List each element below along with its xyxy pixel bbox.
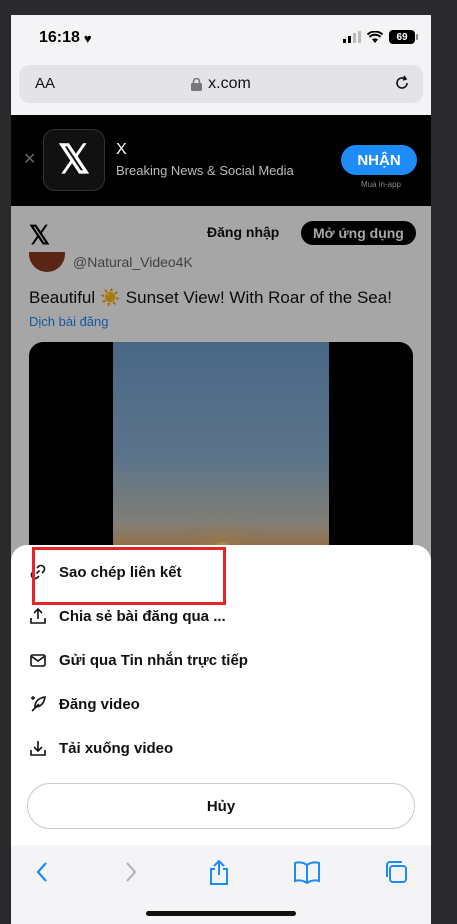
share-button[interactable] — [204, 857, 234, 887]
chevron-left-icon — [36, 862, 47, 882]
close-icon[interactable]: ✕ — [23, 149, 36, 169]
app-name: X — [116, 141, 127, 158]
status-time: 16:18 ♥ — [39, 29, 92, 47]
menu-label: Tải xuống video — [59, 739, 174, 757]
battery-indicator: 69 — [389, 30, 418, 44]
chevron-right-icon — [126, 862, 137, 882]
menu-label: Đăng video — [59, 695, 140, 713]
back-button[interactable] — [27, 857, 57, 887]
menu-label: Gửi qua Tin nhắn trực tiếp — [59, 651, 248, 669]
menu-label: Chia sẻ bài đăng qua ... — [59, 607, 226, 625]
menu-item-copy-link[interactable]: Sao chép liên kết — [29, 547, 226, 605]
in-app-purchase-label: Mua in-app — [360, 180, 401, 189]
time-text: 16:18 — [39, 29, 80, 46]
phone-screen: 16:18 ♥ 69 AA x.com ✕ 𝕏 X Breaking News … — [11, 15, 431, 924]
highlight-box — [32, 547, 226, 605]
url-display[interactable]: x.com — [191, 75, 251, 93]
tabs-button[interactable] — [381, 857, 411, 887]
mail-icon — [30, 654, 46, 667]
smart-app-banner: ✕ 𝕏 X Breaking News & Social Media NHẬN … — [11, 115, 431, 206]
book-icon — [294, 861, 320, 884]
status-icons: 69 — [343, 30, 418, 44]
share-icon — [30, 607, 46, 624]
heart-icon: ♥ — [83, 30, 92, 46]
cancel-button[interactable]: Hủy — [27, 783, 415, 829]
lock-icon — [191, 77, 203, 91]
bookmarks-button[interactable] — [292, 857, 322, 887]
share-icon — [210, 859, 228, 885]
browser-toolbar — [11, 845, 431, 924]
menu-item-download-video[interactable]: Tải xuống video — [29, 733, 173, 763]
menu-item-post-video[interactable]: Đăng video — [29, 689, 140, 719]
share-sheet: Sao chép liên kết Chia sẻ bài đăng qua .… — [11, 545, 431, 845]
wifi-icon — [367, 31, 383, 43]
menu-item-share-via[interactable]: Chia sẻ bài đăng qua ... — [29, 601, 226, 631]
reload-icon[interactable] — [393, 74, 411, 92]
get-app-button[interactable]: NHẬN — [341, 145, 417, 175]
home-indicator — [146, 911, 296, 916]
download-icon — [30, 741, 46, 756]
text-size-button[interactable]: AA — [35, 75, 55, 92]
menu-item-direct-message[interactable]: Gửi qua Tin nhắn trực tiếp — [29, 645, 248, 675]
status-bar: 16:18 ♥ 69 — [11, 15, 431, 63]
browser-url-area: AA x.com — [11, 63, 431, 115]
forward-button[interactable] — [116, 857, 146, 887]
app-subtitle: Breaking News & Social Media — [116, 163, 294, 178]
feather-icon — [31, 696, 46, 712]
url-bar[interactable]: AA x.com — [19, 65, 423, 103]
x-app-icon: 𝕏 — [43, 129, 105, 191]
url-text: x.com — [208, 75, 251, 92]
tabs-icon — [386, 861, 407, 883]
signal-icon — [343, 31, 361, 43]
